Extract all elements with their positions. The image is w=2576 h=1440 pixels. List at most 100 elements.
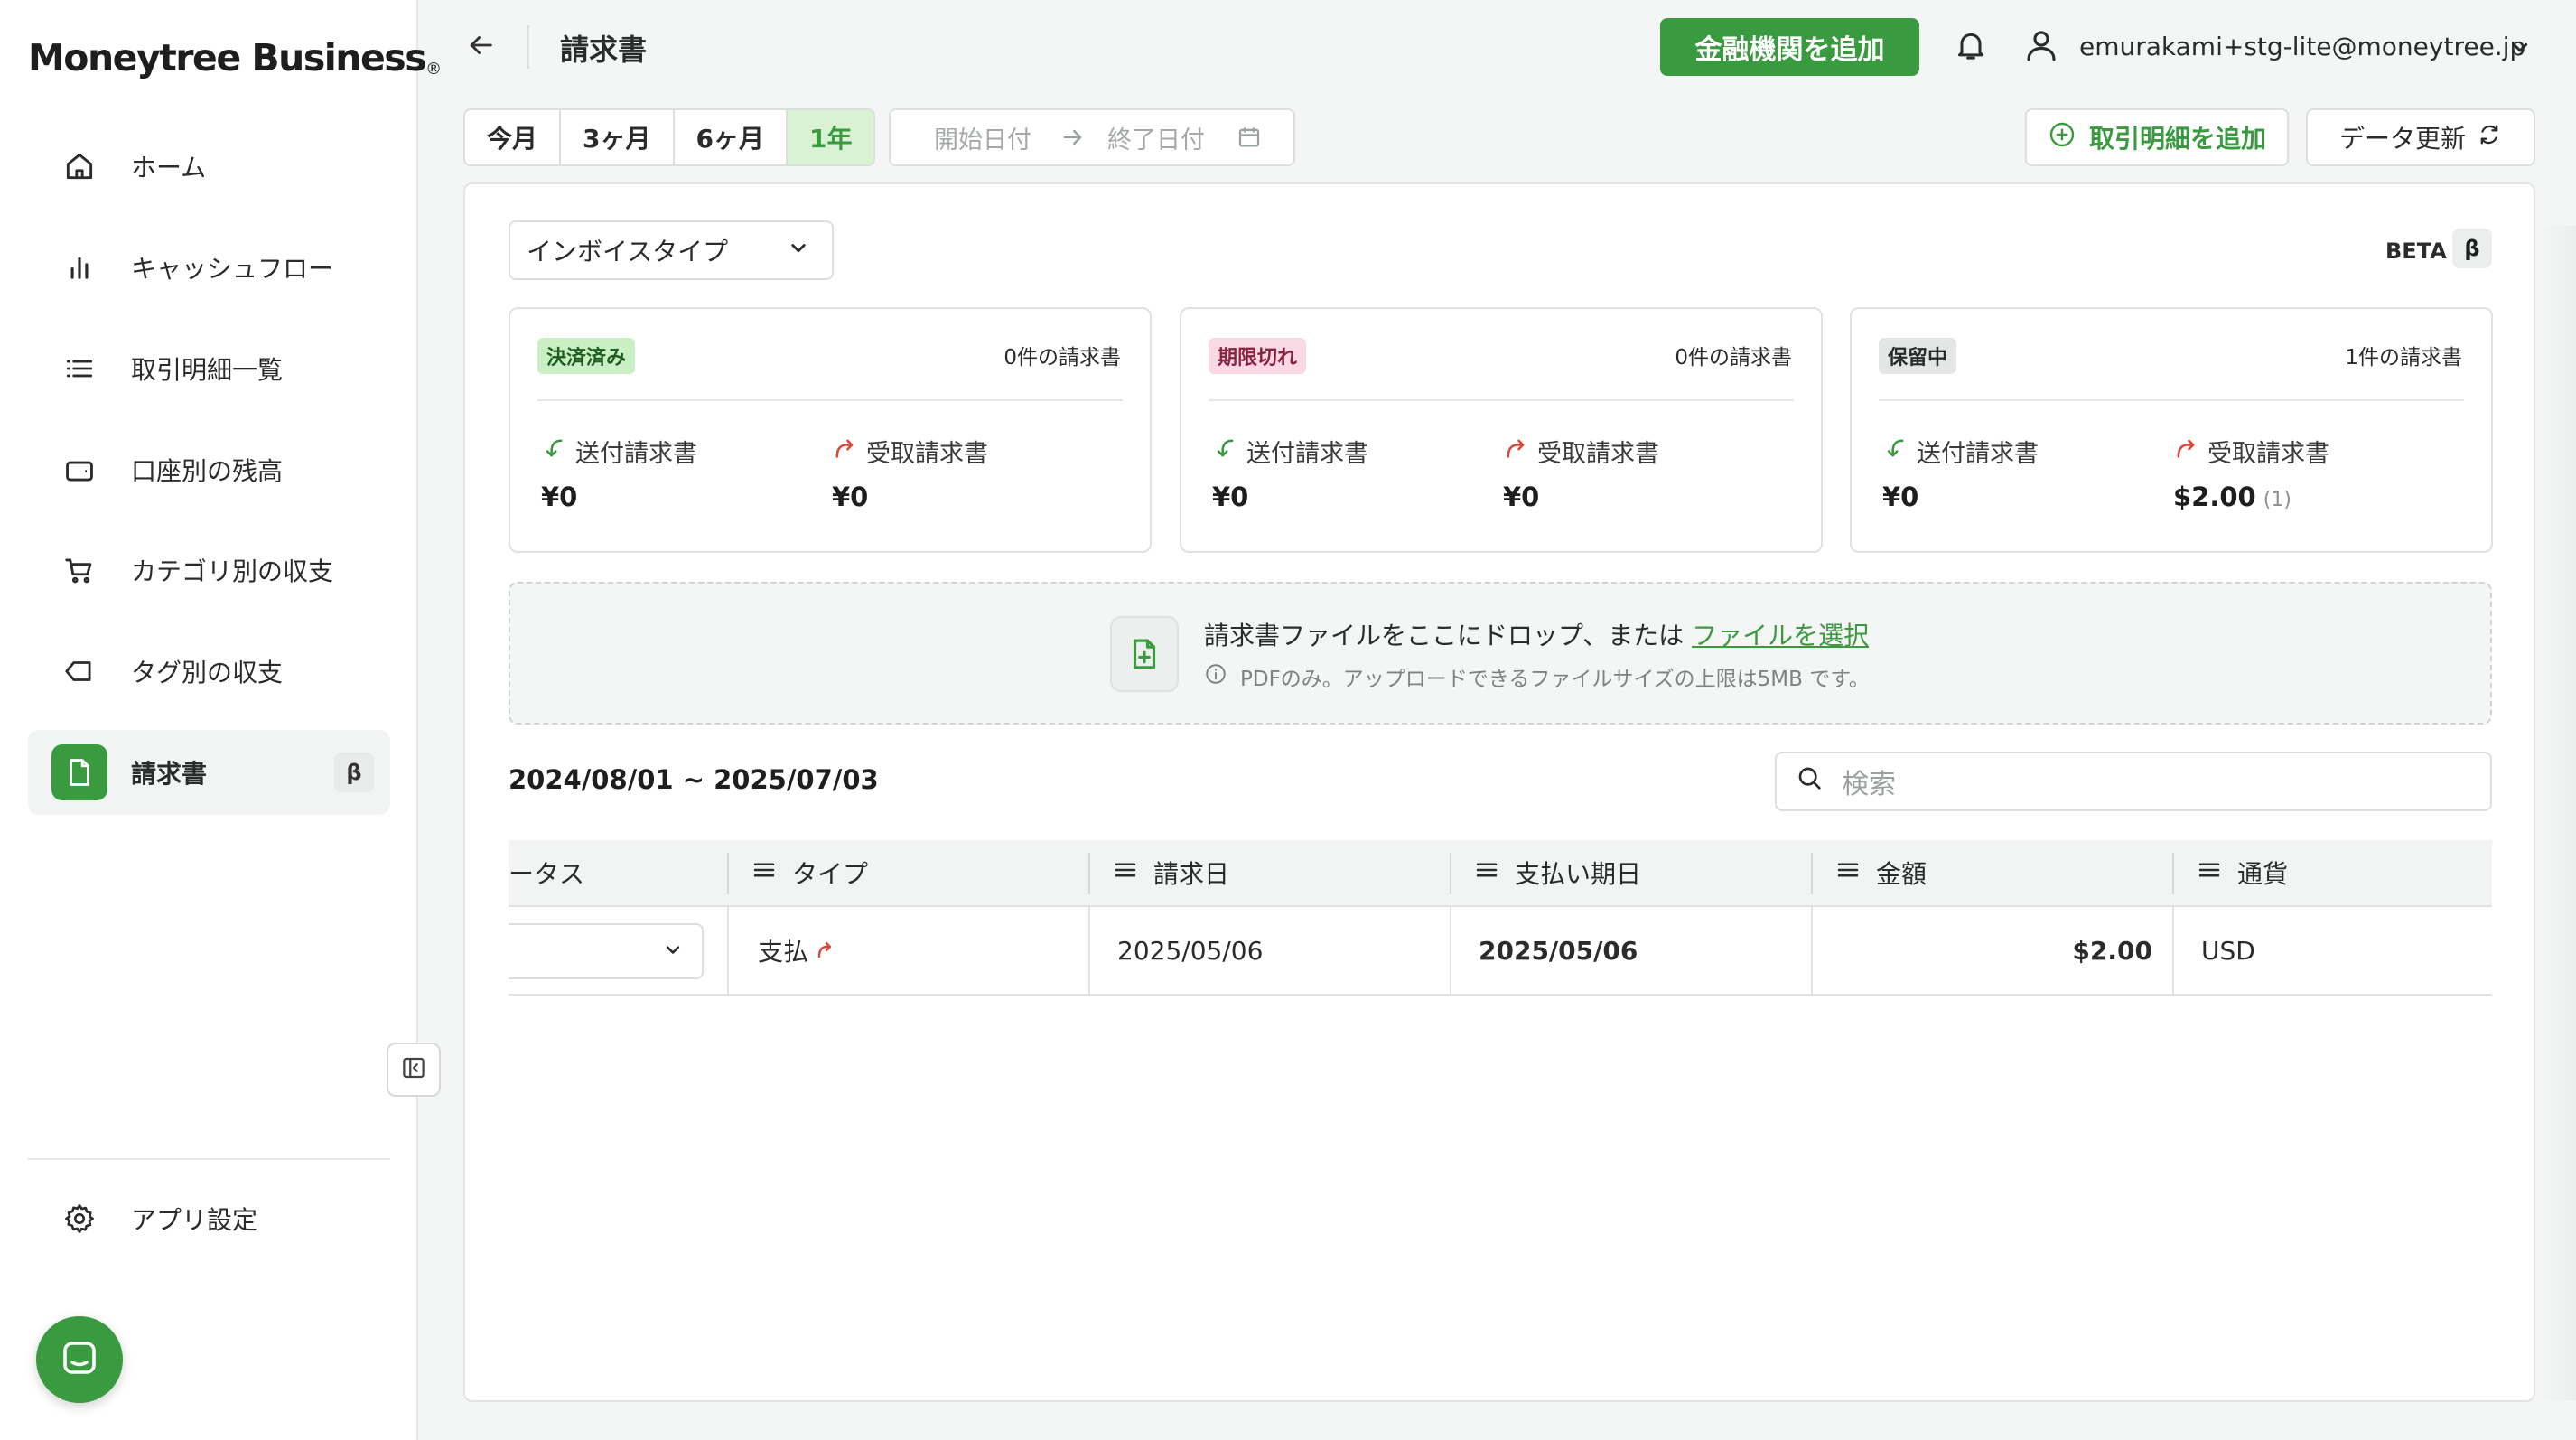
status-badge: 保留中	[1879, 338, 1957, 374]
period-selector: 今月 3ヶ月 6ヶ月 1年	[463, 108, 876, 166]
sent-invoices: 送付請求書 ¥0	[541, 434, 697, 512]
brand-logo[interactable]: Moneytree Business®	[28, 36, 442, 79]
sidebar-item-home[interactable]: ホーム	[28, 124, 390, 209]
calendar-icon	[1236, 124, 1263, 151]
period-3-months[interactable]: 3ヶ月	[561, 110, 675, 164]
refresh-label: データ更新	[2338, 124, 2466, 154]
sent-amount: ¥0	[1212, 482, 1249, 512]
search-input[interactable]: 検索	[1775, 752, 2492, 811]
sidebar-item-invoices[interactable]: 請求書 β	[28, 730, 390, 815]
menu-lines-icon[interactable]	[1473, 856, 1500, 890]
received-amount-value: ¥0	[1503, 482, 1540, 512]
invoice-count: 0件の請求書	[1003, 346, 1121, 369]
bar-chart-icon	[51, 239, 107, 295]
sidebar-item-tags[interactable]: タグ別の収支	[28, 629, 390, 714]
invoice-type-select[interactable]: インボイスタイプ	[509, 220, 834, 280]
chat-launcher-button[interactable]	[36, 1316, 123, 1403]
sidebar-item-balances[interactable]: 口座別の残高	[28, 427, 390, 512]
column-divider[interactable]	[2172, 853, 2174, 894]
gear-icon	[51, 1191, 107, 1247]
end-date-field[interactable]: 終了日付	[1107, 120, 1205, 155]
invoice-upload-dropzone[interactable]: 請求書ファイルをここにドロップ、または ファイルを選択 PDFのみ。アップロード…	[509, 582, 2492, 725]
beta-label: BETA	[2385, 238, 2447, 264]
sent-arrow-icon	[1882, 435, 1908, 467]
summary-card-overdue: 期限切れ 0件の請求書 送付請求書 ¥0 受取請求書 ¥0	[1180, 307, 1823, 553]
sidebar-item-categories[interactable]: カテゴリ別の収支	[28, 528, 390, 612]
add-transaction-button[interactable]: 取引明細を追加	[2025, 108, 2289, 166]
period-6-months[interactable]: 6ヶ月	[675, 110, 788, 164]
date-range-picker[interactable]: 開始日付 終了日付	[889, 108, 1295, 166]
column-header-amount[interactable]: 金額	[1834, 840, 1927, 905]
column-header-label: 支払い期日	[1515, 859, 1642, 889]
received-invoices: 受取請求書 ¥0	[832, 434, 988, 512]
card-divider	[537, 399, 1123, 401]
back-button[interactable]	[462, 25, 499, 69]
sent-arrow-icon	[541, 435, 566, 467]
beta-badge: β	[2452, 229, 2492, 268]
table-header: ータス タイプ 請求日 支払い期日 金額 通貨	[509, 840, 2492, 907]
upload-note-text: PDFのみ。アップロードできるファイルサイズの上限は5MB です。	[1240, 668, 1870, 691]
column-header-status[interactable]: ータス	[509, 840, 584, 905]
cart-icon	[51, 542, 107, 598]
notifications-button[interactable]	[1949, 25, 1993, 69]
period-1-year[interactable]: 1年	[787, 110, 874, 164]
home-icon	[51, 138, 107, 194]
type-cell: 支払	[758, 907, 835, 994]
chevron-down-icon[interactable]	[2506, 33, 2534, 61]
summary-card-pending: 保留中 1件の請求書 送付請求書 ¥0 受取請求書 $2.00 (1)	[1850, 307, 2493, 553]
sidebar-item-settings[interactable]: アプリ設定	[28, 1176, 390, 1261]
column-header-type[interactable]: タイプ	[751, 840, 868, 905]
received-amount-value: $2.00	[2173, 482, 2256, 512]
sidebar-item-label: アプリ設定	[131, 1205, 258, 1235]
sent-amount: ¥0	[1882, 482, 1919, 512]
header-divider	[527, 25, 529, 69]
sidebar-collapse-button[interactable]	[387, 1043, 441, 1097]
menu-lines-icon[interactable]	[751, 856, 778, 890]
invoice-date-cell: 2025/05/06	[1117, 935, 1264, 966]
search-placeholder: 検索	[1842, 769, 1896, 800]
column-header-label: 通貨	[2237, 859, 2289, 889]
refresh-data-button[interactable]: データ更新	[2306, 108, 2535, 166]
received-arrow-icon	[832, 435, 857, 467]
sidebar-item-transactions[interactable]: 取引明細一覧	[28, 326, 390, 411]
sent-arrow-icon	[1212, 435, 1237, 467]
column-header-due-date[interactable]: 支払い期日	[1473, 840, 1641, 905]
user-email[interactable]: emurakami+stg-lite@moneytree.jp	[2079, 32, 2525, 61]
amount-cell: $2.00	[2072, 935, 2152, 966]
select-file-link[interactable]: ファイルを選択	[1692, 621, 1869, 650]
type-value: 支払	[758, 937, 809, 967]
invoice-count: 1件の請求書	[2345, 346, 2462, 369]
invoice-panel: インボイスタイプ BETA β 決済済み 0件の請求書 送付請求書 ¥0 受取請…	[463, 182, 2535, 1402]
sent-invoices: 送付請求書 ¥0	[1212, 434, 1368, 512]
received-label: 受取請求書	[866, 440, 988, 468]
received-arrow-icon	[2173, 435, 2198, 467]
invoice-type-label: インボイスタイプ	[527, 237, 729, 266]
column-divider[interactable]	[1811, 853, 1813, 894]
add-bank-button[interactable]: 金融機関を追加	[1660, 18, 1919, 76]
due-date-cell: 2025/05/06	[1479, 935, 1638, 966]
sidebar-item-label: ホーム	[131, 153, 207, 182]
sidebar-item-label: キャッシュフロー	[131, 254, 334, 284]
received-label: 受取請求書	[1537, 440, 1659, 468]
start-date-field[interactable]: 開始日付	[934, 120, 1031, 155]
invoice-count: 0件の請求書	[1675, 346, 1792, 369]
add-transaction-label: 取引明細を追加	[2088, 124, 2266, 154]
table-row[interactable]: 支払 2025/05/06 2025/05/06 $2.00 USD	[509, 907, 2492, 996]
sidebar-item-cashflow[interactable]: キャッシュフロー	[28, 225, 390, 310]
sidebar: Moneytree Business® ホーム キャッシュフロー 取引明細一覧 …	[0, 0, 442, 1440]
column-divider[interactable]	[727, 853, 729, 894]
column-header-currency[interactable]: 通貨	[2196, 840, 2288, 905]
column-divider[interactable]	[1088, 853, 1090, 894]
column-divider[interactable]	[1450, 853, 1451, 894]
upload-note: PDFのみ。アップロードできるファイルサイズの上限は5MB です。	[1204, 661, 1870, 692]
period-this-month[interactable]: 今月	[465, 110, 562, 164]
column-header-invoice-date[interactable]: 請求日	[1112, 840, 1229, 905]
menu-lines-icon[interactable]	[2196, 856, 2223, 890]
status-select[interactable]	[509, 923, 704, 979]
sent-label: 送付請求書	[1917, 440, 2039, 468]
menu-lines-icon[interactable]	[1112, 856, 1139, 890]
card-divider	[1209, 399, 1794, 401]
menu-lines-icon[interactable]	[1834, 856, 1862, 890]
received-arrow-icon	[814, 936, 835, 966]
user-menu-button[interactable]	[2020, 25, 2063, 69]
